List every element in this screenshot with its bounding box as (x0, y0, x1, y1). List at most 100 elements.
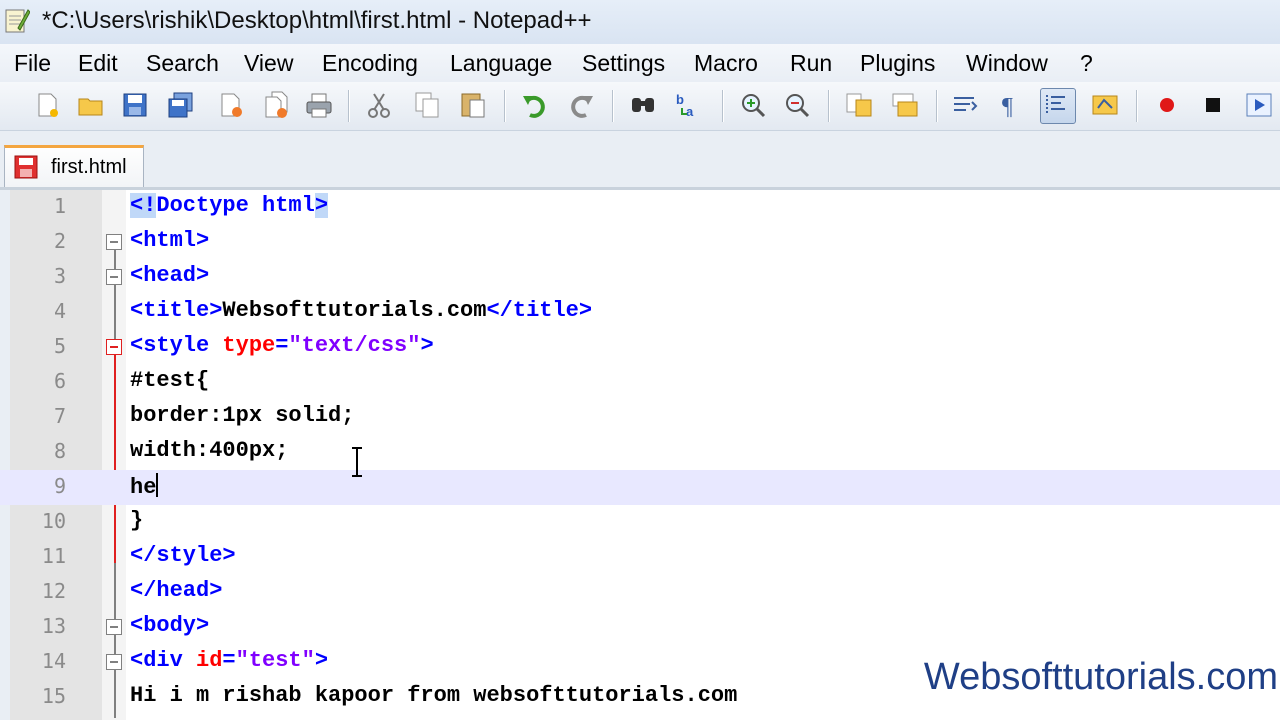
toolbar-separator (1136, 90, 1137, 122)
code-text: #test{ (130, 368, 210, 393)
menu-plugins[interactable]: Plugins (860, 50, 935, 77)
zoom-out-icon[interactable] (782, 90, 812, 120)
code-text: <html> (130, 228, 210, 253)
code-line: 3 <head> (0, 260, 1280, 295)
menu-encoding[interactable]: Encoding (322, 50, 418, 77)
undo-icon[interactable] (520, 90, 550, 120)
sync-horizontal-icon[interactable] (890, 90, 920, 120)
fold-collapse-icon[interactable] (106, 654, 122, 670)
fold-collapse-icon[interactable] (106, 269, 122, 285)
menu-language[interactable]: Language (450, 50, 552, 77)
watermark-text: Websofttutorials.com (923, 656, 1278, 698)
close-icon[interactable] (216, 90, 246, 120)
line-number: 6 (53, 369, 66, 393)
new-file-icon[interactable] (32, 90, 62, 120)
svg-text:¶: ¶ (1002, 94, 1013, 120)
line-number: 15 (41, 684, 66, 708)
line-number: 1 (53, 194, 66, 218)
line-number: 2 (53, 229, 66, 253)
line-number: 9 (53, 474, 66, 498)
play-macro-icon[interactable] (1244, 90, 1274, 120)
redo-icon[interactable] (566, 90, 596, 120)
code-text: <div id="test"> (130, 648, 329, 673)
user-lang-icon[interactable] (1090, 90, 1120, 120)
code-text: width:400px; (130, 438, 289, 463)
code-text: <style type="text/css"> (130, 333, 434, 358)
toolbar-separator (828, 90, 829, 122)
code-text: border:1px solid; (130, 403, 355, 428)
save-icon[interactable] (120, 90, 150, 120)
tab-strip: first.html (0, 131, 1280, 190)
tab-label: first.html (51, 156, 127, 178)
fold-collapse-icon[interactable] (106, 619, 122, 635)
toolbar-separator (612, 90, 613, 122)
record-macro-icon[interactable] (1152, 90, 1182, 120)
unsaved-file-icon (14, 155, 38, 179)
mouse-ibeam-cursor (352, 447, 362, 477)
code-text: <title>Websofttutorials.com</title> (130, 298, 593, 323)
code-line: 11 </style> (0, 540, 1280, 575)
cut-icon[interactable] (364, 90, 394, 120)
code-line: 5 <style type="text/css"> (0, 330, 1280, 365)
menu-search[interactable]: Search (146, 50, 219, 77)
close-all-icon[interactable] (262, 90, 292, 120)
line-number: 14 (41, 649, 66, 673)
code-text: <body> (130, 613, 210, 638)
code-text: } (130, 508, 144, 533)
code-line: 2 <html> (0, 225, 1280, 260)
code-line: 12 </head> (0, 575, 1280, 610)
toolbar: ba ¶ (0, 82, 1280, 131)
code-line-current: 9 he (0, 470, 1280, 505)
menu-run[interactable]: Run (790, 50, 832, 77)
stop-record-icon[interactable] (1198, 90, 1228, 120)
replace-icon[interactable]: ba (674, 90, 704, 120)
menu-view[interactable]: View (244, 50, 293, 77)
find-icon[interactable] (628, 90, 658, 120)
toolbar-separator (348, 90, 349, 122)
text-caret (156, 473, 159, 497)
line-number: 7 (53, 404, 66, 428)
menu-bar: File Edit Search View Encoding Language … (0, 44, 1280, 82)
code-text: Hi i m rishab kapoor from websofttutoria… (130, 683, 738, 708)
open-file-icon[interactable] (76, 90, 106, 120)
fold-collapse-icon[interactable] (106, 234, 122, 250)
code-line: 13 <body> (0, 610, 1280, 645)
line-number: 8 (53, 439, 66, 463)
print-icon[interactable] (304, 90, 334, 120)
code-text: </style> (130, 543, 236, 568)
line-number: 3 (53, 264, 66, 288)
save-all-icon[interactable] (166, 90, 196, 120)
line-number: 12 (41, 579, 66, 603)
menu-edit[interactable]: Edit (78, 50, 118, 77)
code-text: </head> (130, 578, 223, 603)
tab-first-html[interactable]: first.html (4, 145, 144, 187)
show-all-chars-icon[interactable]: ¶ (996, 90, 1026, 120)
toolbar-separator (504, 90, 505, 122)
sync-vertical-icon[interactable] (844, 90, 874, 120)
typed-text: he (130, 475, 157, 500)
indent-guide-icon[interactable] (1040, 88, 1076, 124)
zoom-in-icon[interactable] (738, 90, 768, 120)
code-text: he (130, 473, 159, 500)
toolbar-separator (722, 90, 723, 122)
code-line: 7 border:1px solid; (0, 400, 1280, 435)
word-wrap-icon[interactable] (950, 90, 980, 120)
code-line: 4 <title>Websofttutorials.com</title> (0, 295, 1280, 330)
menu-file[interactable]: File (14, 50, 51, 77)
line-number: 4 (53, 299, 66, 323)
menu-settings[interactable]: Settings (582, 50, 665, 77)
menu-help[interactable]: ? (1080, 50, 1093, 77)
code-text: <head> (130, 263, 210, 288)
menu-window[interactable]: Window (966, 50, 1048, 77)
code-line: 10 } (0, 505, 1280, 540)
code-editor[interactable]: 1 <!Doctype html> 2 <html> 3 <head> 4 <t… (0, 190, 1280, 720)
menu-macro[interactable]: Macro (694, 50, 758, 77)
fold-collapse-icon[interactable] (106, 339, 122, 355)
line-number: 10 (41, 509, 66, 533)
svg-text:a: a (686, 104, 694, 119)
code-text: <!Doctype html> (130, 193, 329, 218)
copy-icon[interactable] (412, 90, 442, 120)
line-number: 11 (41, 544, 66, 568)
paste-icon[interactable] (458, 90, 488, 120)
code-line: 1 <!Doctype html> (0, 190, 1280, 225)
